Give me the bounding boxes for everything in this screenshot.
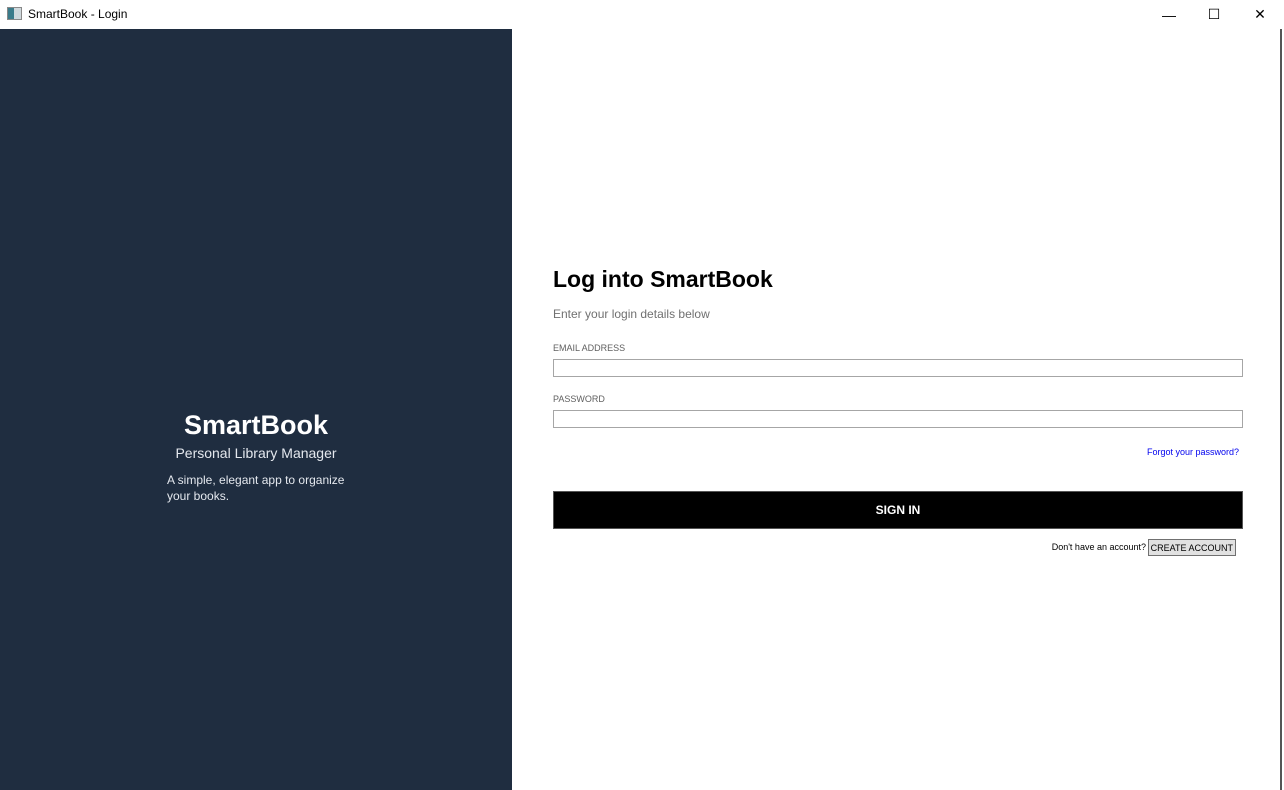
- password-input[interactable]: [553, 410, 1243, 428]
- email-label: EMAIL ADDRESS: [553, 343, 626, 353]
- maximize-button[interactable]: ☐: [1191, 0, 1237, 29]
- brand-description: A simple, elegant app to organize your b…: [167, 473, 345, 503]
- page-title: Log into SmartBook: [553, 266, 773, 292]
- app-icon: [7, 7, 22, 20]
- login-panel: Log into SmartBook Enter your login deta…: [512, 29, 1282, 790]
- sign-in-button[interactable]: SIGN IN: [553, 491, 1243, 529]
- password-label: PASSWORD: [553, 394, 605, 404]
- brand-name: SmartBook: [183, 410, 329, 440]
- create-account-button[interactable]: CREATE ACCOUNT: [1147, 539, 1236, 556]
- close-button[interactable]: ✕: [1237, 0, 1283, 29]
- brand-tagline: Personal Library Manager: [175, 445, 337, 461]
- page-subtitle: Enter your login details below: [553, 307, 710, 321]
- forgot-password-link[interactable]: Forgot your password?: [1147, 447, 1239, 457]
- no-account-text: Don't have an account?: [1051, 542, 1146, 552]
- window-title: SmartBook - Login: [28, 7, 128, 21]
- email-input[interactable]: [553, 359, 1243, 377]
- minimize-button[interactable]: —: [1146, 0, 1192, 29]
- brand-panel: SmartBook Personal Library Manager A sim…: [0, 29, 512, 790]
- title-bar: SmartBook - Login — ☐ ✕: [0, 0, 1284, 29]
